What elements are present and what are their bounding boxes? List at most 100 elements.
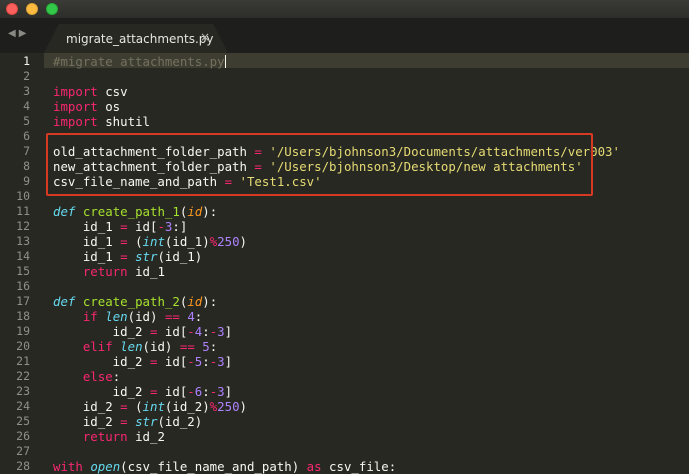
code-line[interactable]: def create_path_1(id): — [53, 204, 217, 219]
code-token: : — [202, 384, 210, 399]
code-line[interactable]: import os — [53, 99, 120, 114]
code-token: create_path_1 — [82, 204, 180, 219]
maximize-window-button[interactable] — [46, 3, 58, 15]
code-token: (id_1) — [164, 234, 210, 249]
nav-back-icon[interactable]: ◀ — [8, 28, 19, 39]
code-token: ) — [239, 234, 248, 249]
text-cursor — [224, 55, 226, 68]
line-number: 2 — [23, 69, 30, 83]
line-number: 16 — [16, 279, 30, 293]
code-token: str — [135, 414, 158, 429]
line-number: 27 — [16, 444, 30, 458]
code-token: return — [82, 429, 128, 444]
code-token: : — [209, 339, 218, 354]
code-line[interactable]: import shutil — [53, 114, 150, 129]
code-token: = — [120, 219, 128, 234]
code-token: id_2 — [53, 324, 150, 339]
line-number-gutter: 1 2 3 4 5 6 7 8 9 10 11 12 13 14 15 16 17 18 19 20 21 22 23 24 2… — [0, 53, 44, 473]
code-token: id[ — [157, 384, 188, 399]
code-line[interactable]: import csv — [53, 84, 128, 99]
code-token: : — [202, 324, 210, 339]
tab-label: migrate_attachments.py — [66, 32, 214, 46]
code-token: = — [120, 399, 128, 414]
code-line[interactable]: id_2 = id[-5:-3] — [53, 354, 232, 369]
code-token: create_path_2 — [82, 294, 180, 309]
code-token: ( — [127, 399, 143, 414]
code-line[interactable]: return id_1 — [53, 264, 165, 279]
code-token: = — [120, 414, 128, 429]
code-token: (id) — [127, 309, 165, 324]
line-number: 25 — [16, 414, 30, 428]
code-token: import — [53, 99, 98, 114]
line-number: 7 — [23, 144, 30, 158]
code-token: ): — [202, 204, 218, 219]
code-token: int — [142, 399, 165, 414]
code-token: str — [135, 249, 158, 264]
line-number: 8 — [23, 159, 30, 173]
nav-forward-icon[interactable]: ▶ — [19, 28, 30, 39]
line-number: 15 — [16, 264, 30, 278]
code-token: id — [187, 294, 203, 309]
code-token: id_1 — [53, 249, 121, 264]
code-line[interactable]: id_2 = (int(id_2)%250) — [53, 399, 247, 414]
code-token: 4 — [187, 309, 195, 324]
code-line[interactable]: id_2 = id[-4:-3] — [53, 324, 232, 339]
line-number: 19 — [16, 324, 30, 338]
code-line[interactable]: id_2 = id[-6:-3] — [53, 384, 232, 399]
tab-close-icon[interactable]: × — [200, 30, 210, 44]
line-number: 22 — [16, 369, 30, 383]
code-line[interactable]: elif len(id) == 5: — [53, 339, 217, 354]
code-line[interactable]: else: — [53, 369, 120, 384]
code-token: id[ — [157, 354, 188, 369]
line-number: 11 — [16, 204, 30, 218]
code-token: id[ — [157, 324, 188, 339]
line-number: 14 — [16, 249, 30, 263]
code-token: == — [179, 339, 195, 354]
code-token: id_2 — [53, 354, 150, 369]
line-number: 18 — [16, 309, 30, 323]
code-token: id_1 — [127, 264, 165, 279]
line-number: 24 — [16, 399, 30, 413]
code-token: int — [142, 234, 165, 249]
code-token: = — [120, 234, 128, 249]
code-token: ] — [224, 324, 233, 339]
code-token: (id_2) — [164, 399, 210, 414]
code-token: import — [53, 84, 98, 99]
close-window-button[interactable] — [6, 3, 18, 15]
code-token: (csv_file_name_and_path) — [120, 459, 307, 474]
code-line[interactable]: id_1 = id[-3:] — [53, 219, 187, 234]
code-token: with — [53, 459, 83, 474]
line-number: 26 — [16, 429, 30, 443]
code-token: (id) — [142, 339, 180, 354]
code-line[interactable]: id_2 = str(id_2) — [53, 414, 202, 429]
code-line[interactable]: id_1 = str(id_1) — [53, 249, 202, 264]
code-token: id_2 — [53, 384, 150, 399]
code-line[interactable]: #migrate attachments.py — [53, 54, 226, 69]
code-token: csv_file: — [321, 459, 397, 474]
line-number: 1 — [23, 54, 30, 68]
code-token: id_1 — [53, 219, 121, 234]
code-token: - — [157, 219, 165, 234]
code-token: - — [187, 324, 195, 339]
code-token: = — [120, 249, 128, 264]
code-line[interactable]: return id_2 — [53, 429, 165, 444]
code-token: len — [120, 339, 143, 354]
code-token: 5 — [202, 339, 210, 354]
code-line[interactable]: if len(id) == 4: — [53, 309, 202, 324]
code-line[interactable]: id_1 = (int(id_1)%250) — [53, 234, 247, 249]
tab-migrate-attachments[interactable]: migrate_attachments.py × — [44, 24, 228, 53]
code-line[interactable]: def create_path_2(id): — [53, 294, 217, 309]
code-token: (id_1) — [157, 249, 203, 264]
code-token: (id_2) — [157, 414, 203, 429]
code-line[interactable]: with open(csv_file_name_and_path) as csv… — [53, 459, 396, 474]
minimize-window-button[interactable] — [26, 3, 38, 15]
code-token: 3 — [217, 384, 225, 399]
annotation-highlight-box — [46, 133, 593, 196]
code-token: id_2 — [127, 429, 165, 444]
